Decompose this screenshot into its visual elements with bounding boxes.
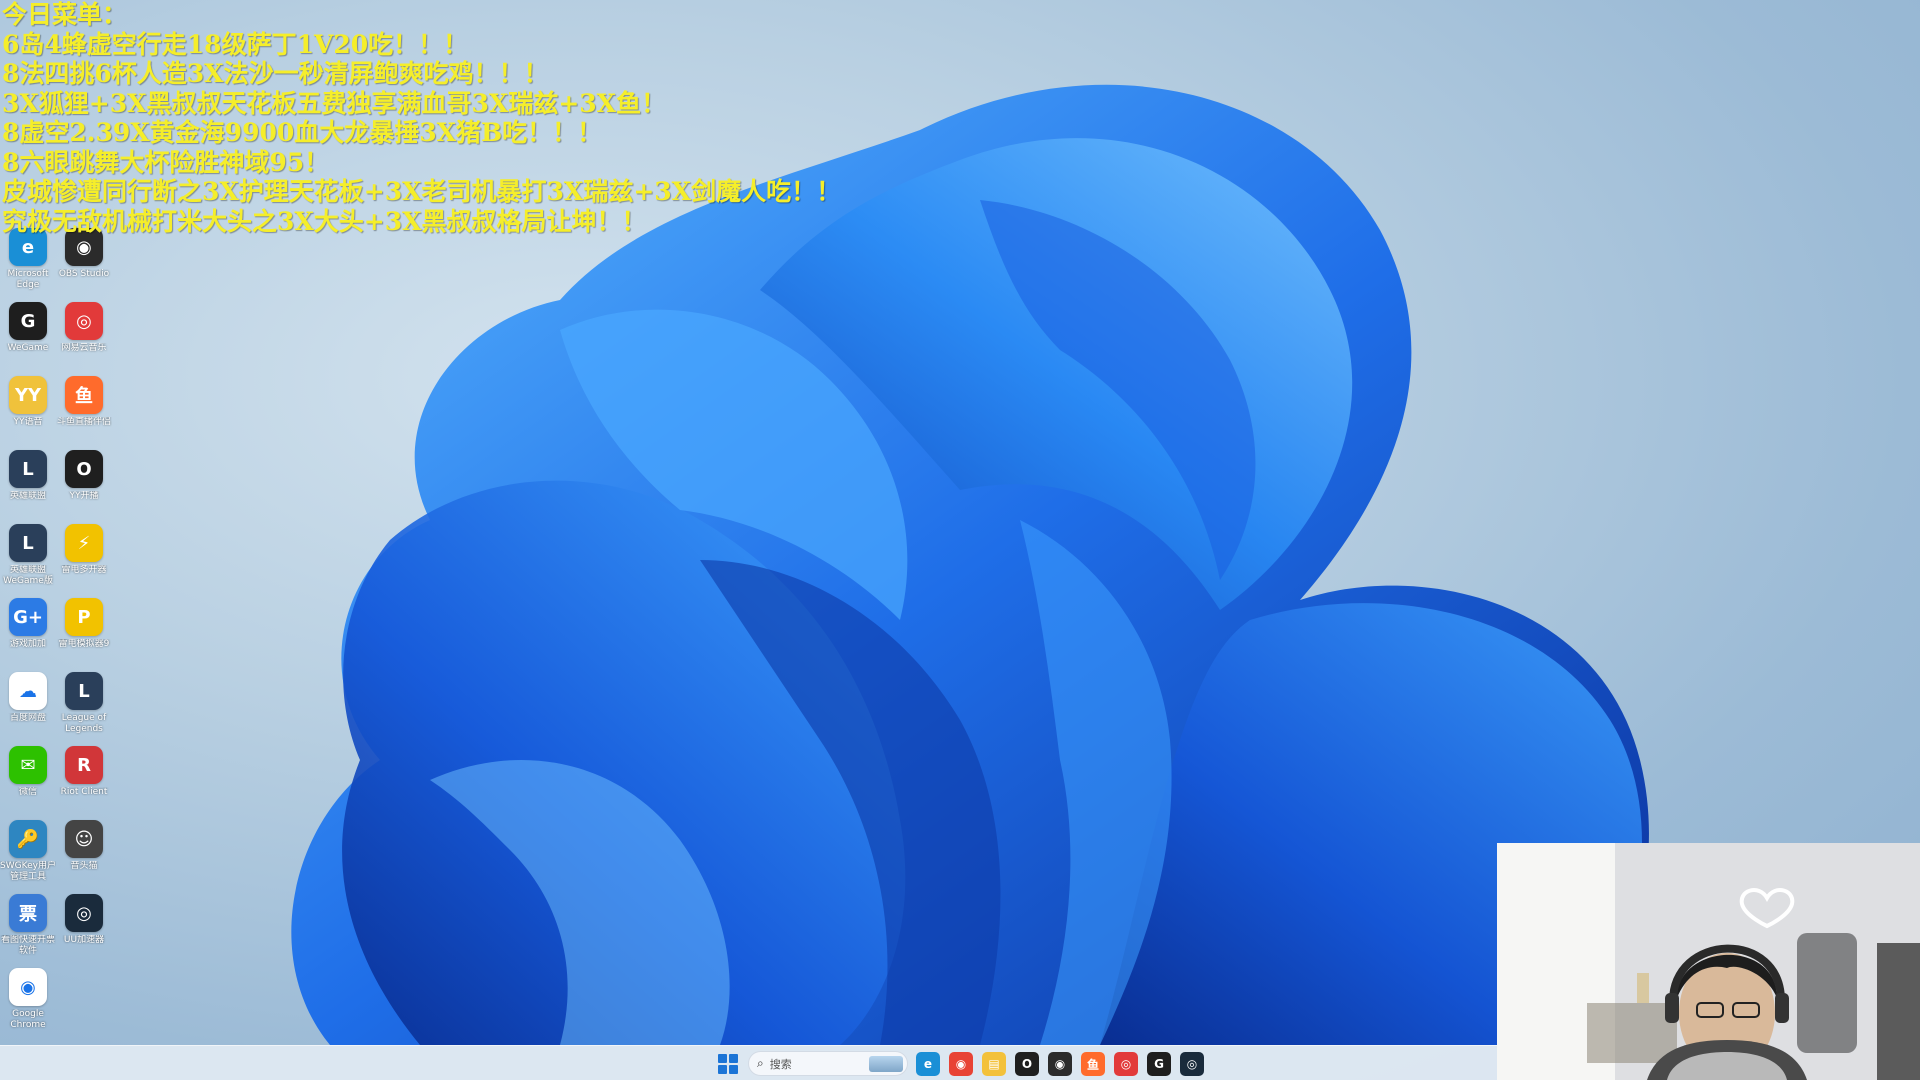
lol-icon: L: [9, 450, 47, 488]
search-placeholder: 搜索: [769, 1057, 792, 1071]
windows-logo-icon: [718, 1054, 738, 1074]
netease-music-icon: ◎: [65, 302, 103, 340]
desktop-shortcut[interactable]: P 雷电模拟器9: [56, 598, 112, 672]
key-tool-icon: 🔑: [9, 820, 47, 858]
desktop-shortcut-label: YY语音: [13, 417, 43, 427]
desktop-shortcut[interactable]: ◉ OBS Studio: [56, 228, 112, 302]
desktop-shortcut-label: 英雄联盟WeGame版: [3, 565, 53, 586]
riot-client-icon: R: [65, 746, 103, 784]
desktop-shortcut-label: 微信: [18, 787, 37, 797]
desktop-shortcut-label: Microsoft Edge: [7, 269, 49, 290]
desktop-shortcut-label: SWGKey用户管理工具: [0, 861, 56, 882]
desktop-shortcut-label: 英雄联盟: [9, 491, 46, 501]
yy-live-icon: O: [65, 450, 103, 488]
desktop-shortcut[interactable]: ◎ UU加速器: [56, 894, 112, 968]
taskbar-search[interactable]: ⌕ 搜索: [748, 1051, 908, 1076]
desktop-shortcut[interactable]: L 英雄联盟WeGame版: [0, 524, 56, 598]
desktop-shortcut-label: UU加速器: [63, 935, 105, 945]
desktop-shortcut-label: OBS Studio: [58, 269, 110, 279]
douyu-icon: 鱼: [65, 376, 103, 414]
desktop-shortcut[interactable]: e Microsoft Edge: [0, 228, 56, 302]
desktop-shortcut-label: 网易云音乐: [61, 343, 107, 353]
desktop-shortcut-label: 游戏加加: [9, 639, 46, 649]
wegame-icon: G: [9, 302, 47, 340]
desktop-shortcut[interactable]: L League of Legends: [56, 672, 112, 746]
overlay-line: 6岛4蜂虚空行走18级萨丁1V20吃！！！: [2, 29, 469, 59]
desktop-shortcut[interactable]: YY YY语音: [0, 376, 56, 450]
desktop-shortcut[interactable]: G WeGame: [0, 302, 56, 376]
overlay-line: 究极无敌机械打米大头之3X大头+3X黑叔叔格局让坤！！: [2, 206, 647, 236]
desktop-shortcut-label: 看图快速开票软件: [0, 935, 55, 956]
desktop-shortcut[interactable]: ◉ Google Chrome: [0, 968, 56, 1042]
netease-music-icon[interactable]: ◎: [1114, 1052, 1138, 1076]
desktop-shortcut[interactable]: G+ 游戏加加: [0, 598, 56, 672]
desktop-shortcut[interactable]: R Riot Client: [56, 746, 112, 820]
desktop-shortcut-label: 斗鱼直播伴侣: [56, 417, 111, 427]
wechat-icon: ✉: [9, 746, 47, 784]
file-explorer-icon[interactable]: ▤: [982, 1052, 1006, 1076]
desktop-shortcut[interactable]: ✉ 微信: [0, 746, 56, 820]
desktop-shortcut[interactable]: ☺ 音头猫: [56, 820, 112, 894]
desktop-shortcut[interactable]: ⚡ 雷电多开器: [56, 524, 112, 598]
overlay-line: 8虚空2.39X黄金海9900血大龙暴捶3X猪B吃！！！: [2, 118, 603, 147]
overlay-line: 皮城惨遭同行断之3X护理天花板+3X老司机暴打3X瑞兹+3X剑魔人吃！！: [2, 177, 842, 206]
desktop-shortcut-label: 百度网盘: [9, 713, 46, 723]
overlay-line: 8六眼跳舞大杯险胜神域95！: [2, 147, 330, 177]
yy-live-icon[interactable]: O: [1015, 1052, 1039, 1076]
league-icon: L: [65, 672, 103, 710]
desktop-shortcut[interactable]: 鱼斗鱼直播伴侣: [56, 376, 112, 450]
search-icon: ⌕: [757, 1056, 764, 1070]
overlay-line: 8法四挑6杯人造3X法沙一秒清屏鲍爽吃鸡！！！: [2, 59, 549, 88]
stream-menu-overlay: 今日菜单： 6岛4蜂虚空行走18级萨丁1V20吃！！！ 8法四挑6杯人造3X法沙一秒…: [0, 0, 841, 236]
gameplus-icon: G+: [9, 598, 47, 636]
ldplayer-icon: P: [65, 598, 103, 636]
yy-voice-icon: YY: [9, 376, 47, 414]
lol-wegame-icon: L: [9, 524, 47, 562]
uu-accelerator-icon[interactable]: ◎: [1180, 1052, 1204, 1076]
desktop-shortcut[interactable]: L 英雄联盟: [0, 450, 56, 524]
chrome-icon: ◉: [9, 968, 47, 1006]
desktop-shortcut[interactable]: ☁ 百度网盘: [0, 672, 56, 746]
chrome-icon[interactable]: ◉: [949, 1052, 973, 1076]
webcam-overlay: [1497, 843, 1920, 1080]
desktop-shortcut-label: 雷电多开器: [61, 565, 107, 575]
desktop-shortcut-label: Riot Client: [60, 787, 108, 797]
invoice-tool-icon: 票: [9, 894, 47, 932]
audio-cat-icon: ☺: [65, 820, 103, 858]
douyu-icon[interactable]: 鱼: [1081, 1052, 1105, 1076]
desktop-shortcut-label: Google Chrome: [10, 1009, 46, 1030]
search-highlight-image: [869, 1056, 903, 1072]
desktop-shortcut-label: 雷电模拟器9: [58, 639, 110, 649]
desktop-shortcut[interactable]: ◎ 网易云音乐: [56, 302, 112, 376]
baidu-netdisk-icon: ☁: [9, 672, 47, 710]
edge-icon[interactable]: e: [916, 1052, 940, 1076]
desktop-shortcut[interactable]: 🔑 SWGKey用户管理工具: [0, 820, 56, 894]
desktop-shortcut[interactable]: 票看图快速开票软件: [0, 894, 56, 968]
obs-icon[interactable]: ◉: [1048, 1052, 1072, 1076]
desktop-shortcut-label: WeGame: [7, 343, 49, 353]
overlay-line: 今日菜单：: [2, 0, 128, 29]
wegame-icon[interactable]: G: [1147, 1052, 1171, 1076]
desktop-shortcut-label: YY开播: [69, 491, 99, 501]
ldplayer-multi-icon: ⚡: [65, 524, 103, 562]
desktop-shortcut[interactable]: O YY开播: [56, 450, 112, 524]
desktop-shortcut-label: League of Legends: [61, 713, 107, 734]
uu-accelerator-icon: ◎: [65, 894, 103, 932]
overlay-line: 3X狐狸+3X黑叔叔天花板五费独享满血哥3X瑞兹+3X鱼！: [2, 88, 667, 118]
start-button[interactable]: [716, 1052, 740, 1076]
desktop-shortcut-label: 音头猫: [70, 861, 98, 871]
